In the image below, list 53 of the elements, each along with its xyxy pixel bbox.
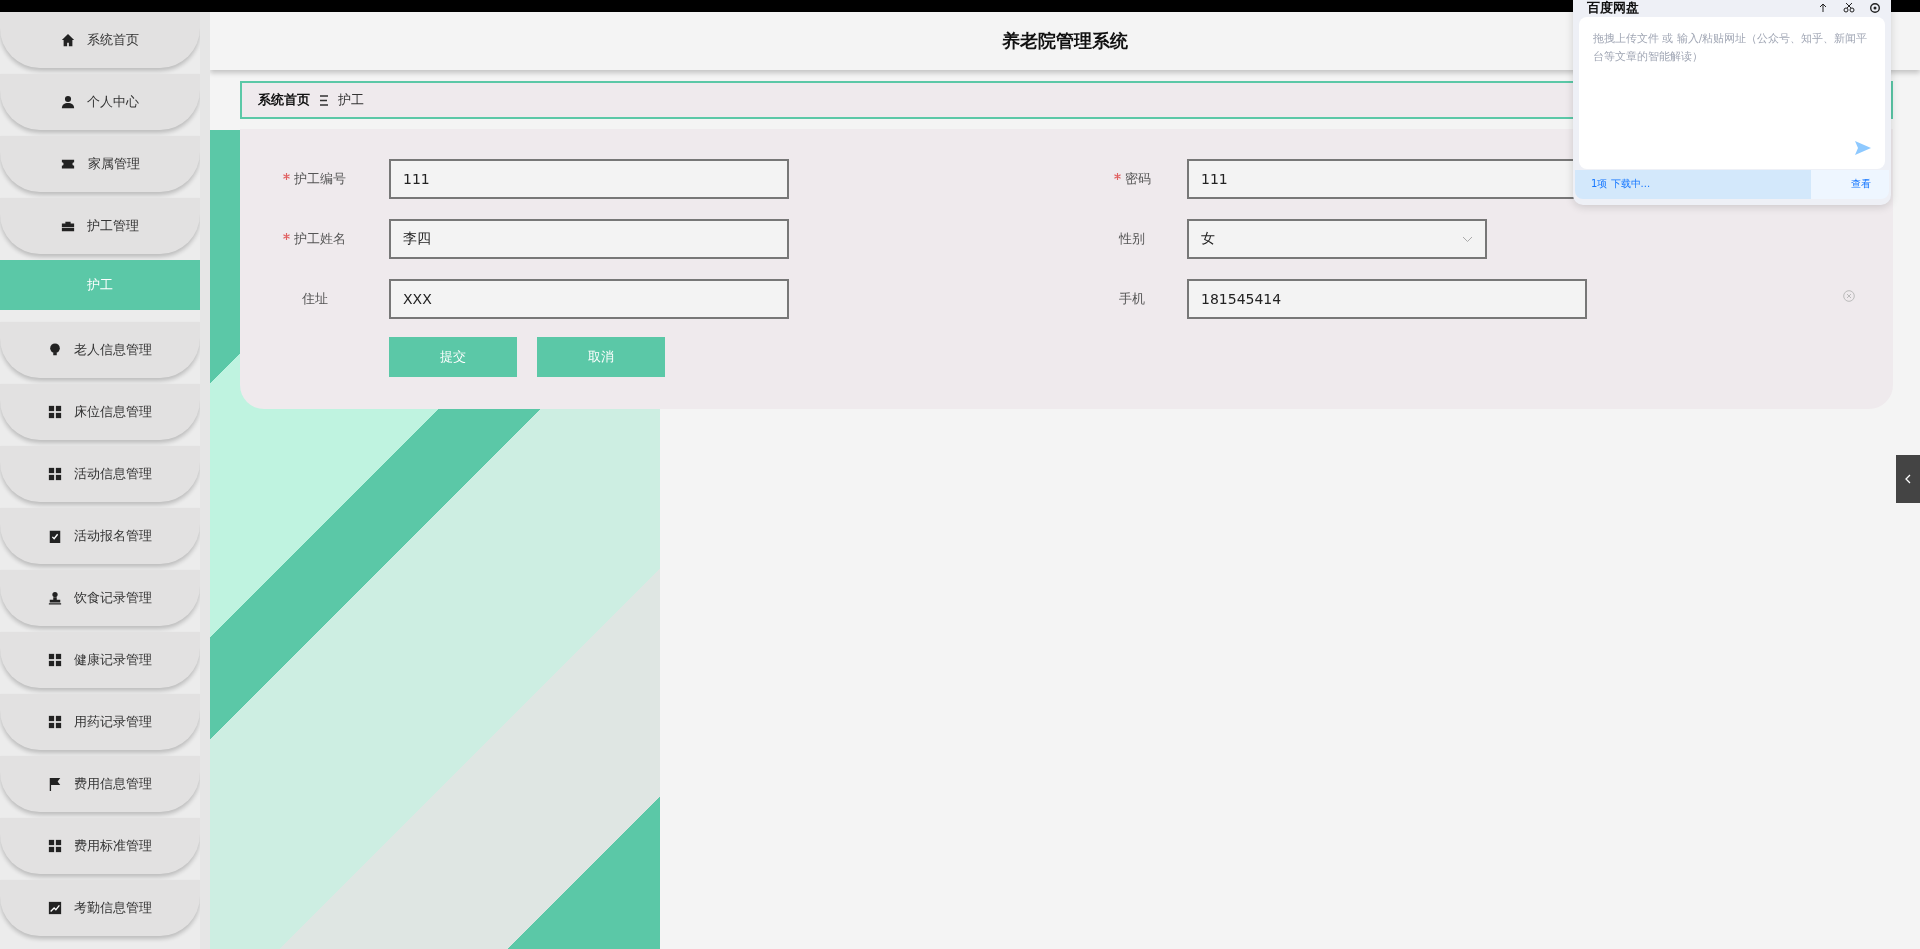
- sidebar-item[interactable]: 床位信息管理: [0, 384, 200, 440]
- grid-icon: [48, 715, 62, 729]
- settings-icon[interactable]: [1869, 2, 1881, 13]
- chart-icon: [48, 901, 62, 915]
- input-field[interactable]: XXX: [389, 279, 789, 319]
- grid-icon: [48, 653, 62, 667]
- sidebar-item[interactable]: 费用标准管理: [0, 818, 200, 874]
- field-label: 护工姓名: [294, 230, 346, 248]
- sidebar-item[interactable]: 活动报名管理: [0, 508, 200, 564]
- sidebar-item[interactable]: 考勤信息管理: [0, 880, 200, 936]
- sidebar-item[interactable]: 个人中心: [0, 74, 200, 130]
- grid-icon: [48, 839, 62, 853]
- field-label: 性别: [1119, 230, 1145, 248]
- breadcrumb-link[interactable]: 系统首页: [258, 91, 310, 109]
- sidebar-item[interactable]: 用药记录管理: [0, 694, 200, 750]
- input-field[interactable]: 181545414: [1187, 279, 1587, 319]
- sidebar-item[interactable]: 系统首页: [0, 12, 200, 68]
- gender-select[interactable]: 女: [1187, 219, 1487, 259]
- home-icon: [61, 33, 75, 47]
- field-label: 密码: [1124, 170, 1151, 188]
- collapse-handle[interactable]: [1896, 455, 1920, 503]
- upload-icon[interactable]: [1817, 2, 1829, 13]
- briefcase-icon: [61, 219, 75, 233]
- chevron-left-icon: [1905, 474, 1911, 484]
- ticket-icon: [60, 157, 76, 171]
- input-placeholder: 拖拽上传文件 或 输入/粘贴网址（公众号、知乎、新闻平台等文章的智能解读）: [1593, 31, 1869, 65]
- flag-icon: [48, 777, 62, 791]
- menu-icon: [320, 94, 328, 106]
- field-label: 住址: [301, 290, 328, 308]
- person-icon: [61, 95, 75, 109]
- scissors-icon[interactable]: [1843, 2, 1855, 13]
- sidebar-item[interactable]: 饮食记录管理: [0, 570, 200, 626]
- stamp-icon: [48, 591, 62, 605]
- breadcrumb-current: 护工: [338, 91, 364, 109]
- bulb-icon: [48, 343, 62, 357]
- sidebar-item[interactable]: 护工管理: [0, 198, 200, 254]
- sidebar-item[interactable]: 老人信息管理: [0, 322, 200, 378]
- chevron-down-icon: [1462, 235, 1473, 243]
- input-field[interactable]: 李四: [389, 219, 789, 259]
- popup-title: 百度网盘: [1587, 0, 1639, 15]
- field-label: 护工编号: [294, 170, 346, 188]
- field-label: 手机: [1119, 290, 1145, 308]
- grid-icon: [48, 405, 62, 419]
- clipboard-check-icon: [48, 529, 62, 543]
- grid-icon: [48, 467, 62, 481]
- sidebar-item[interactable]: 健康记录管理: [0, 632, 200, 688]
- sidebar-item[interactable]: 费用信息管理: [0, 756, 200, 812]
- view-link[interactable]: 查看: [1851, 177, 1871, 192]
- sidebar-item[interactable]: 活动信息管理: [0, 446, 200, 502]
- page-title: 养老院管理系统: [1002, 29, 1128, 53]
- sidebar-item[interactable]: 家属管理: [0, 136, 200, 192]
- download-status: 1项 下载中...: [1591, 177, 1651, 192]
- input-field[interactable]: 111: [389, 159, 789, 199]
